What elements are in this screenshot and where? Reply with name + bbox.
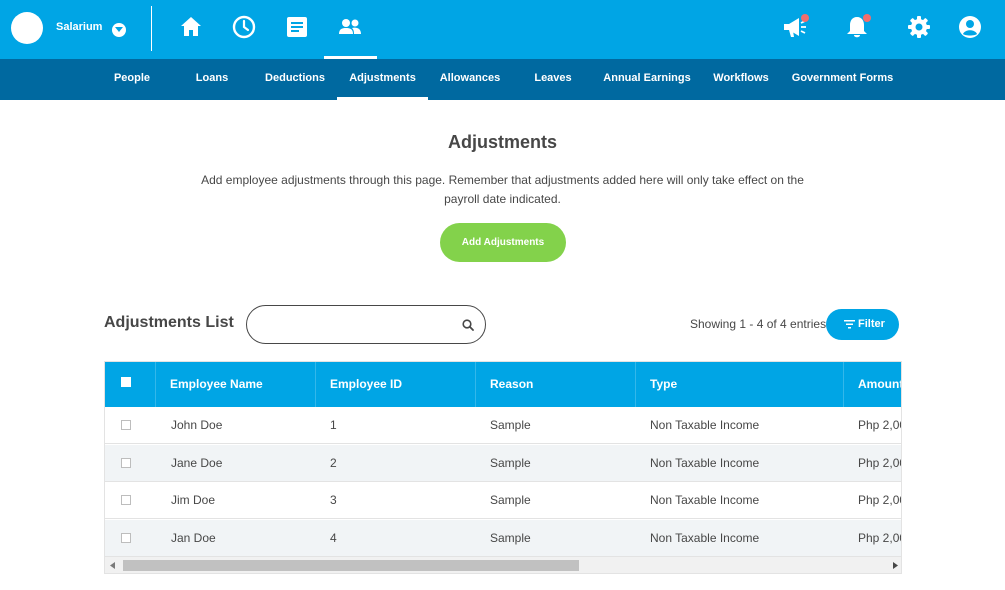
chevron-down-icon[interactable]: [112, 23, 126, 37]
company-name[interactable]: Salarium: [56, 21, 102, 33]
cell-amount: Php 2,00: [858, 456, 902, 470]
cell-employee-id: 1: [330, 418, 337, 432]
subnav-leaves[interactable]: Leaves: [528, 59, 578, 100]
subnav-workflows[interactable]: Workflows: [710, 59, 772, 100]
cell-employee-id: 4: [330, 531, 337, 545]
list-title: Adjustments List: [104, 314, 234, 331]
cell-reason: Sample: [490, 531, 531, 545]
cell-reason: Sample: [490, 456, 531, 470]
table-row[interactable]: Jan Doe 4 Sample Non Taxable Income Php …: [105, 520, 902, 557]
subnav-allowances[interactable]: Allowances: [437, 59, 503, 100]
subnav-adjustments[interactable]: Adjustments: [337, 59, 428, 100]
cell-type: Non Taxable Income: [650, 456, 760, 470]
subnav-deductions[interactable]: Deductions: [260, 59, 330, 100]
cell-type: Non Taxable Income: [650, 531, 760, 545]
cell-employee-name: Jan Doe: [171, 531, 216, 545]
column-divider: [635, 362, 636, 407]
people-icon[interactable]: [337, 14, 363, 40]
column-header-employee-id[interactable]: Employee ID: [330, 362, 402, 407]
page-title: Adjustments: [447, 132, 557, 152]
row-checkbox[interactable]: [121, 495, 131, 505]
cell-employee-name: John Doe: [171, 418, 223, 432]
cell-amount: Php 2,00: [858, 531, 902, 545]
subnav-people[interactable]: People: [104, 59, 160, 100]
table-header: Employee Name Employee ID Reason Type Am…: [105, 362, 901, 407]
clock-icon[interactable]: [231, 14, 257, 40]
cell-reason: Sample: [490, 493, 531, 507]
search-box: [246, 305, 486, 344]
row-checkbox[interactable]: [121, 420, 131, 430]
cell-reason: Sample: [490, 418, 531, 432]
table-row[interactable]: John Doe 1 Sample Non Taxable Income Php…: [105, 407, 902, 444]
cell-type: Non Taxable Income: [650, 418, 760, 432]
sub-navigation: People Loans Deductions Adjustments Allo…: [0, 59, 1005, 100]
cell-employee-id: 3: [330, 493, 337, 507]
column-header-type[interactable]: Type: [650, 362, 677, 407]
user-icon[interactable]: [957, 14, 983, 40]
cell-employee-name: Jane Doe: [171, 456, 223, 470]
column-header-reason[interactable]: Reason: [490, 362, 533, 407]
divider: [151, 6, 152, 51]
gear-icon[interactable]: [906, 14, 932, 40]
home-icon[interactable]: [178, 14, 204, 40]
notification-dot: [801, 14, 809, 22]
cell-type: Non Taxable Income: [650, 493, 760, 507]
adjustments-table: Employee Name Employee ID Reason Type Am…: [104, 361, 902, 574]
row-checkbox[interactable]: [121, 533, 131, 543]
notification-dot: [863, 14, 871, 22]
scroll-left-icon[interactable]: [110, 562, 115, 569]
filter-button[interactable]: Filter: [826, 309, 899, 340]
filter-icon: [844, 320, 855, 329]
select-all-checkbox[interactable]: [121, 377, 131, 387]
subnav-government-forms[interactable]: Government Forms: [790, 59, 895, 100]
top-bar: Salarium: [0, 0, 1005, 59]
column-divider: [315, 362, 316, 407]
search-icon[interactable]: [462, 319, 474, 331]
add-adjustments-button[interactable]: Add Adjustments: [440, 223, 566, 262]
filter-label: Filter: [858, 318, 885, 330]
cell-amount: Php 2,00: [858, 418, 902, 432]
column-header-amount[interactable]: Amount: [858, 362, 901, 407]
scrollbar-thumb[interactable]: [123, 560, 579, 571]
cell-employee-name: Jim Doe: [171, 493, 216, 507]
subnav-loans[interactable]: Loans: [187, 59, 237, 100]
entries-count: Showing 1 - 4 of 4 entries: [690, 317, 827, 331]
table-row[interactable]: Jim Doe 3 Sample Non Taxable Income Php …: [105, 482, 902, 519]
table-row[interactable]: Jane Doe 2 Sample Non Taxable Income Php…: [105, 445, 902, 482]
horizontal-scrollbar[interactable]: [105, 557, 901, 573]
column-divider: [475, 362, 476, 407]
cell-amount: Php 2,00: [858, 493, 902, 507]
column-divider: [155, 362, 156, 407]
search-input[interactable]: [261, 314, 451, 336]
document-icon[interactable]: [284, 14, 310, 40]
row-checkbox[interactable]: [121, 458, 131, 468]
column-header-employee-name[interactable]: Employee Name: [170, 362, 263, 407]
scroll-right-icon[interactable]: [893, 562, 898, 569]
column-divider: [843, 362, 844, 407]
company-avatar[interactable]: [11, 12, 43, 44]
subnav-annual-earnings[interactable]: Annual Earnings: [602, 59, 692, 100]
page-description: Add employee adjustments through this pa…: [201, 173, 804, 206]
cell-employee-id: 2: [330, 456, 337, 470]
